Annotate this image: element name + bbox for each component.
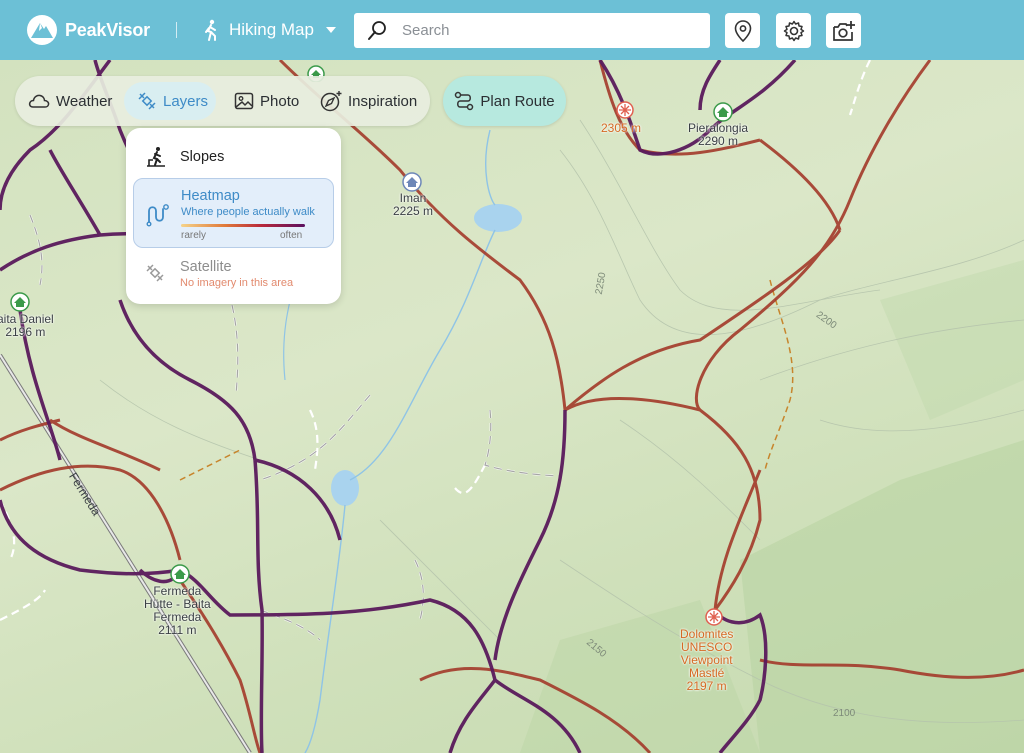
contour-label: 2100 [833, 708, 856, 719]
heatmap-subtitle: Where people actually walk [181, 206, 315, 218]
heatmap-legend-high: often [280, 230, 303, 241]
viewpoint-marker-icon[interactable] [615, 100, 635, 120]
photo-label: Photo [260, 92, 300, 110]
layer-option-satellite[interactable]: Satellite No imagery in this area [133, 252, 334, 296]
add-photo-button[interactable] [826, 13, 861, 48]
viewpoint-label-mastle[interactable]: Dolomites UNESCO Viewpoint Mastlé 2197 m [680, 628, 733, 693]
peak-elevation: 2305 m [601, 121, 642, 135]
layers-button[interactable]: Layers [124, 82, 216, 120]
satellite-unavailable-note: No imagery in this area [180, 277, 294, 289]
viewpoint-line-5: 2197 m [686, 679, 727, 693]
slopes-title: Slopes [180, 149, 225, 165]
place-elevation: 2196 m [5, 325, 46, 339]
hut-marker-icon[interactable] [402, 172, 422, 192]
map-mode-dropdown[interactable]: Hiking Map [203, 19, 346, 41]
compass-icon [320, 91, 342, 112]
photo-button[interactable]: Photo [234, 82, 304, 120]
place-elevation: 2290 m [698, 134, 739, 148]
map-mode-label: Hiking Map [228, 20, 314, 39]
hut-marker-icon[interactable] [713, 102, 733, 122]
heatmap-legend-low: rarely [181, 230, 207, 241]
plan-route-label: Plan Route [480, 92, 555, 110]
photo-icon [234, 92, 254, 110]
satellite-icon [138, 92, 156, 110]
place-elevation: 2111 m [158, 623, 197, 637]
place-label-pieralongia[interactable]: Pieralongia 2290 m [688, 122, 748, 148]
layers-panel: Slopes Heatmap Where people actually wal… [126, 128, 341, 304]
hut-marker-icon[interactable] [170, 564, 190, 584]
brand-name: PeakVisor [65, 19, 150, 40]
inspiration-label: Inspiration [348, 92, 418, 110]
map-toolbar: Weather Layers Photo Inspiration [15, 76, 430, 126]
location-button[interactable] [725, 13, 760, 48]
place-label-iman[interactable]: Iman 2225 m [393, 192, 433, 218]
weather-label: Weather [56, 92, 113, 110]
hiker-icon [204, 19, 216, 41]
header-divider [175, 22, 177, 38]
place-elevation: 2225 m [393, 204, 434, 218]
gear-icon [783, 20, 804, 41]
satellite-icon [146, 264, 164, 282]
inspiration-button[interactable]: Inspiration [320, 82, 425, 120]
layer-option-heatmap[interactable]: Heatmap Where people actually walk rarel… [133, 178, 334, 248]
peakvisor-logo-icon [27, 15, 57, 45]
slope-skier-icon [147, 147, 165, 167]
search-icon [368, 20, 386, 40]
satellite-title: Satellite [180, 259, 232, 275]
heatmap-title: Heatmap [181, 188, 240, 204]
hut-marker-icon[interactable] [10, 292, 30, 312]
peak-label-2305[interactable]: 2305 m [601, 122, 641, 135]
heatmap-legend-bar [181, 224, 305, 227]
route-icon [455, 91, 474, 111]
place-label-baita-daniel[interactable]: aita Daniel 2196 m [0, 313, 54, 339]
settings-button[interactable] [776, 13, 811, 48]
layer-option-slopes[interactable]: Slopes [133, 140, 334, 174]
layers-label: Layers [163, 92, 209, 110]
search-input[interactable] [402, 22, 692, 39]
location-pin-icon [734, 19, 751, 42]
weather-button[interactable]: Weather [28, 82, 128, 120]
chevron-down-icon [325, 27, 336, 33]
search-box[interactable] [354, 13, 710, 48]
brand-logo[interactable]: PeakVisor [26, 14, 150, 46]
place-label-fermeda-huette[interactable]: Fermeda Hütte - Baita Fermeda 2111 m [144, 585, 211, 637]
add-photo-icon [832, 20, 855, 41]
heatmap-route-icon [146, 204, 169, 227]
plan-route-button[interactable]: Plan Route [443, 76, 566, 126]
top-bar: PeakVisor Hiking Map [0, 0, 1024, 60]
cloud-icon [28, 94, 50, 108]
viewpoint-marker-icon[interactable] [704, 607, 724, 627]
